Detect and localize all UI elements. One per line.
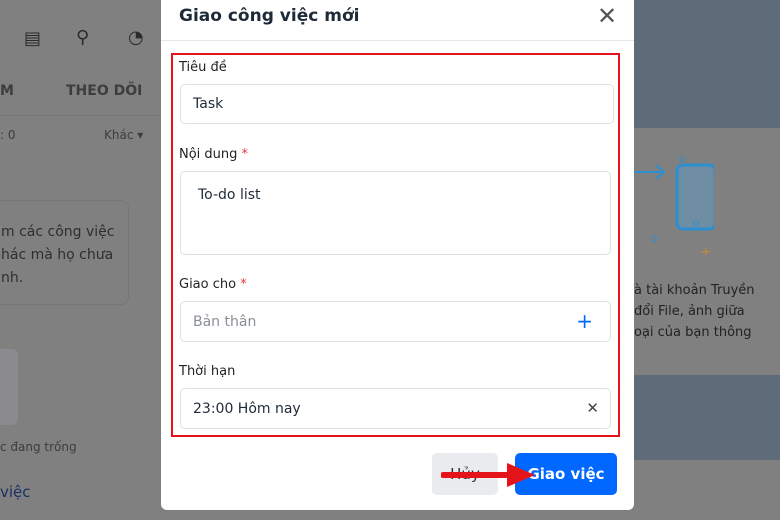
empty-text: c đang trống	[0, 440, 77, 454]
svg-text:+: +	[700, 244, 712, 255]
count-text: : 0	[0, 128, 16, 142]
filter-dropdown[interactable]: Khác ▾	[104, 128, 143, 142]
tab-following[interactable]: THEO DÕI	[66, 83, 142, 99]
empty-illustration	[0, 349, 18, 425]
deadline-value: 23:00 Hôm nay	[193, 400, 301, 417]
promo-line: à tài khoản Truyền	[634, 283, 755, 298]
divider	[161, 40, 634, 41]
assignee-label: Giao cho *	[179, 277, 247, 292]
banner-band	[634, 0, 780, 128]
title-input[interactable]: Task	[180, 84, 614, 124]
dialog-title: Giao công việc mới	[179, 6, 360, 26]
clear-icon[interactable]: ✕	[586, 399, 599, 417]
content-textarea[interactable]: To-do list	[180, 171, 611, 255]
deadline-input[interactable]: 23:00 Hôm nay ✕	[180, 388, 611, 429]
assign-task-dialog: Giao công việc mới ✕ Tiêu đề Task Nội du…	[161, 0, 634, 510]
assignee-input[interactable]: Bản thân +	[180, 301, 611, 342]
assignee-placeholder: Bản thân	[193, 313, 257, 330]
create-task-link[interactable]: việc	[0, 483, 31, 501]
info-line: hác mà họ chưa	[1, 247, 114, 263]
deadline-label: Thời hạn	[179, 364, 236, 379]
phone-transfer-icon: +	[634, 156, 714, 255]
info-card: m các công việc hác mà họ chưa nh.	[0, 200, 129, 305]
content-label: Nội dung *	[179, 147, 249, 162]
tab-partial[interactable]: M	[0, 83, 14, 99]
pie-chart-icon[interactable]: ◔	[128, 27, 144, 48]
message-icon[interactable]: ▤	[24, 28, 41, 49]
info-line: nh.	[1, 270, 24, 286]
title-label: Tiêu đề	[179, 60, 227, 75]
promo-line: đổi File, ảnh giữa	[634, 304, 745, 319]
content-value: To-do list	[198, 187, 261, 203]
info-line: m các công việc	[1, 224, 115, 240]
promo-text: à tài khoản Truyền đổi File, ảnh giữa oạ…	[634, 280, 755, 343]
close-icon[interactable]: ✕	[597, 2, 617, 30]
title-value: Task	[193, 96, 224, 112]
search-icon[interactable]: ⚲	[76, 27, 89, 48]
background-panel-left: ▤ ⚲ ◔ M THEO DÕI : 0 Khác ▾ m các công v…	[0, 0, 161, 520]
promo-line: oại của bạn thông	[634, 325, 752, 340]
tab-row: M THEO DÕI	[0, 64, 161, 116]
red-arrow-annotation	[441, 463, 535, 487]
plus-icon[interactable]: +	[576, 309, 593, 333]
banner-band	[634, 375, 780, 460]
background-panel-right: + à tài khoản Truyền đổi File, ảnh giữa …	[634, 0, 780, 520]
